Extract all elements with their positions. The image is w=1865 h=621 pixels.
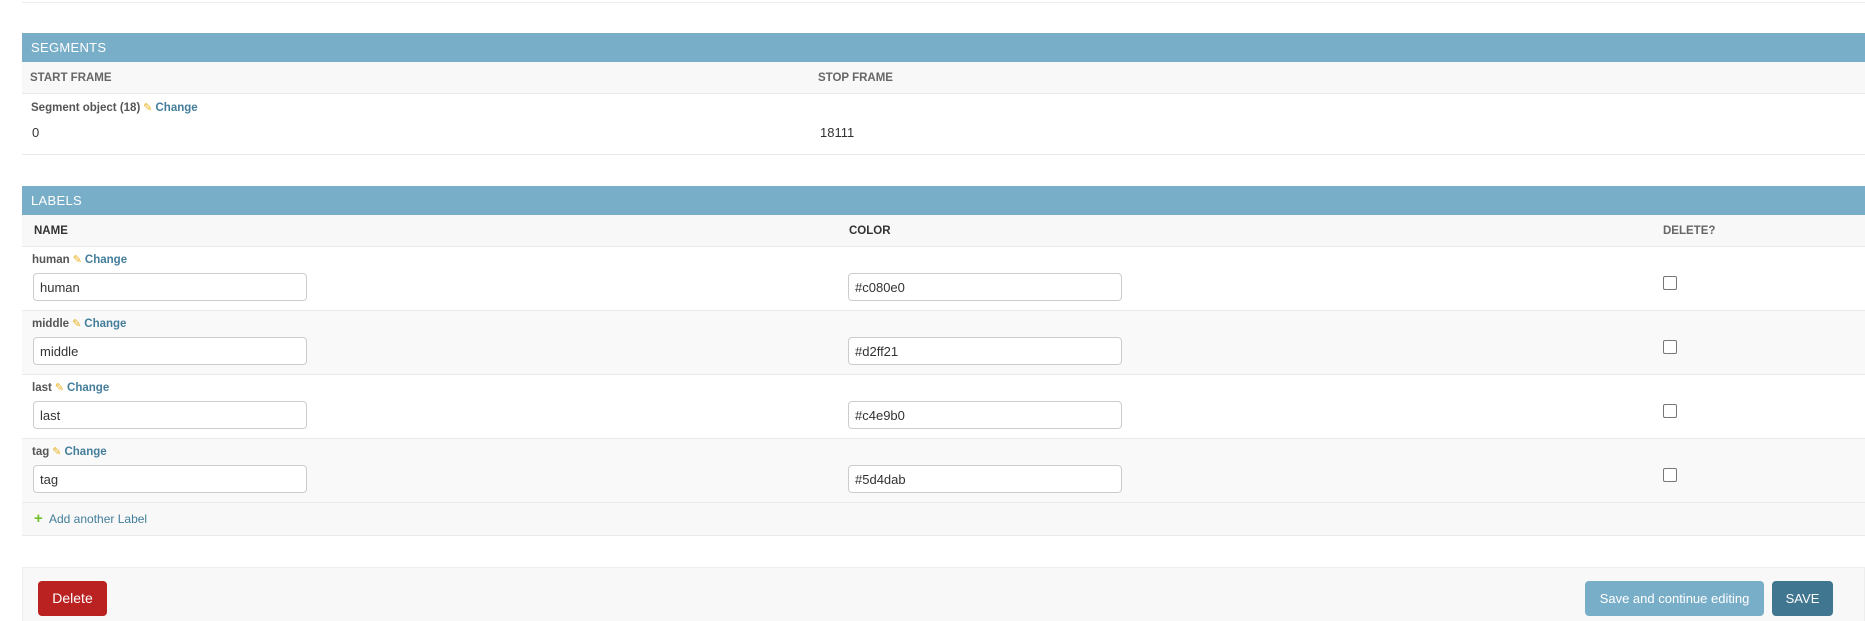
submit-row: Delete Save and continue editing SAVE: [22, 567, 1865, 621]
labels-inline: LABELS NAME COLOR DELETE? human✎Change m…: [22, 186, 1865, 536]
change-link[interactable]: Change: [64, 446, 106, 458]
divider: [22, 0, 1865, 3]
save-button[interactable]: SAVE: [1772, 581, 1833, 616]
column-header-stop-frame: STOP FRAME: [818, 72, 893, 84]
label-name-input[interactable]: [33, 401, 307, 429]
change-form-page: SEGMENTS START FRAME STOP FRAME Segment …: [0, 0, 1865, 621]
labels-caption: LABELS: [22, 186, 1865, 215]
label-original-text: tag: [32, 446, 50, 458]
label-original-text: last: [32, 382, 52, 394]
table-row: human ✎ Change: [22, 247, 1865, 311]
delete-checkbox[interactable]: [1663, 468, 1677, 482]
label-original: tag ✎ Change: [32, 445, 107, 458]
plus-icon[interactable]: +: [34, 511, 43, 526]
pencil-icon: ✎: [52, 446, 62, 458]
pencil-icon: ✎: [72, 254, 82, 266]
segments-caption: SEGMENTS: [22, 33, 1865, 62]
add-row: + Add another Label: [22, 503, 1865, 536]
change-link[interactable]: Change: [156, 102, 198, 114]
column-header-delete: DELETE?: [1663, 225, 1716, 237]
start-frame-value: 0: [32, 125, 40, 140]
stop-frame-value: 18111: [820, 125, 855, 140]
delete-checkbox[interactable]: [1663, 404, 1677, 418]
change-link[interactable]: Change: [67, 382, 109, 394]
pencil-icon: ✎: [143, 102, 153, 114]
segment-original: Segment object (18) ✎ Change: [31, 101, 198, 114]
label-name-input[interactable]: [33, 337, 307, 365]
change-link[interactable]: Change: [85, 254, 127, 266]
segment-object-label: Segment object (18): [31, 102, 141, 114]
column-header-start-frame: START FRAME: [30, 72, 112, 84]
label-name-input[interactable]: [33, 273, 307, 301]
delete-checkbox[interactable]: [1663, 276, 1677, 290]
column-header-name: NAME: [34, 225, 68, 237]
label-color-input[interactable]: [848, 337, 1122, 365]
segments-inline: SEGMENTS START FRAME STOP FRAME Segment …: [22, 33, 1865, 155]
labels-table-header: NAME COLOR DELETE?: [22, 215, 1865, 247]
label-color-input[interactable]: [848, 465, 1122, 493]
table-row: middle ✎ Change: [22, 311, 1865, 375]
save-and-continue-button[interactable]: Save and continue editing: [1585, 581, 1764, 616]
delete-button[interactable]: Delete: [38, 581, 107, 616]
label-original: last ✎ Change: [32, 381, 109, 394]
label-original: human ✎ Change: [32, 253, 127, 266]
pencil-icon: ✎: [72, 318, 82, 330]
label-original-text: human: [32, 254, 70, 266]
delete-checkbox[interactable]: [1663, 340, 1677, 354]
add-another-label-link[interactable]: Add another Label: [49, 512, 147, 526]
segments-table-header: START FRAME STOP FRAME: [22, 62, 1865, 94]
table-row: tag ✎ Change: [22, 439, 1865, 503]
label-name-input[interactable]: [33, 465, 307, 493]
label-color-input[interactable]: [848, 273, 1122, 301]
column-header-color: COLOR: [849, 225, 891, 237]
label-original-text: middle: [32, 318, 70, 330]
label-color-input[interactable]: [848, 401, 1122, 429]
pencil-icon: ✎: [54, 382, 65, 394]
change-link[interactable]: Change: [84, 318, 126, 330]
table-row: last ✎ Change: [22, 375, 1865, 439]
label-original: middle ✎ Change: [32, 317, 126, 330]
table-row: Segment object (18) ✎ Change 0 18111: [22, 94, 1865, 155]
